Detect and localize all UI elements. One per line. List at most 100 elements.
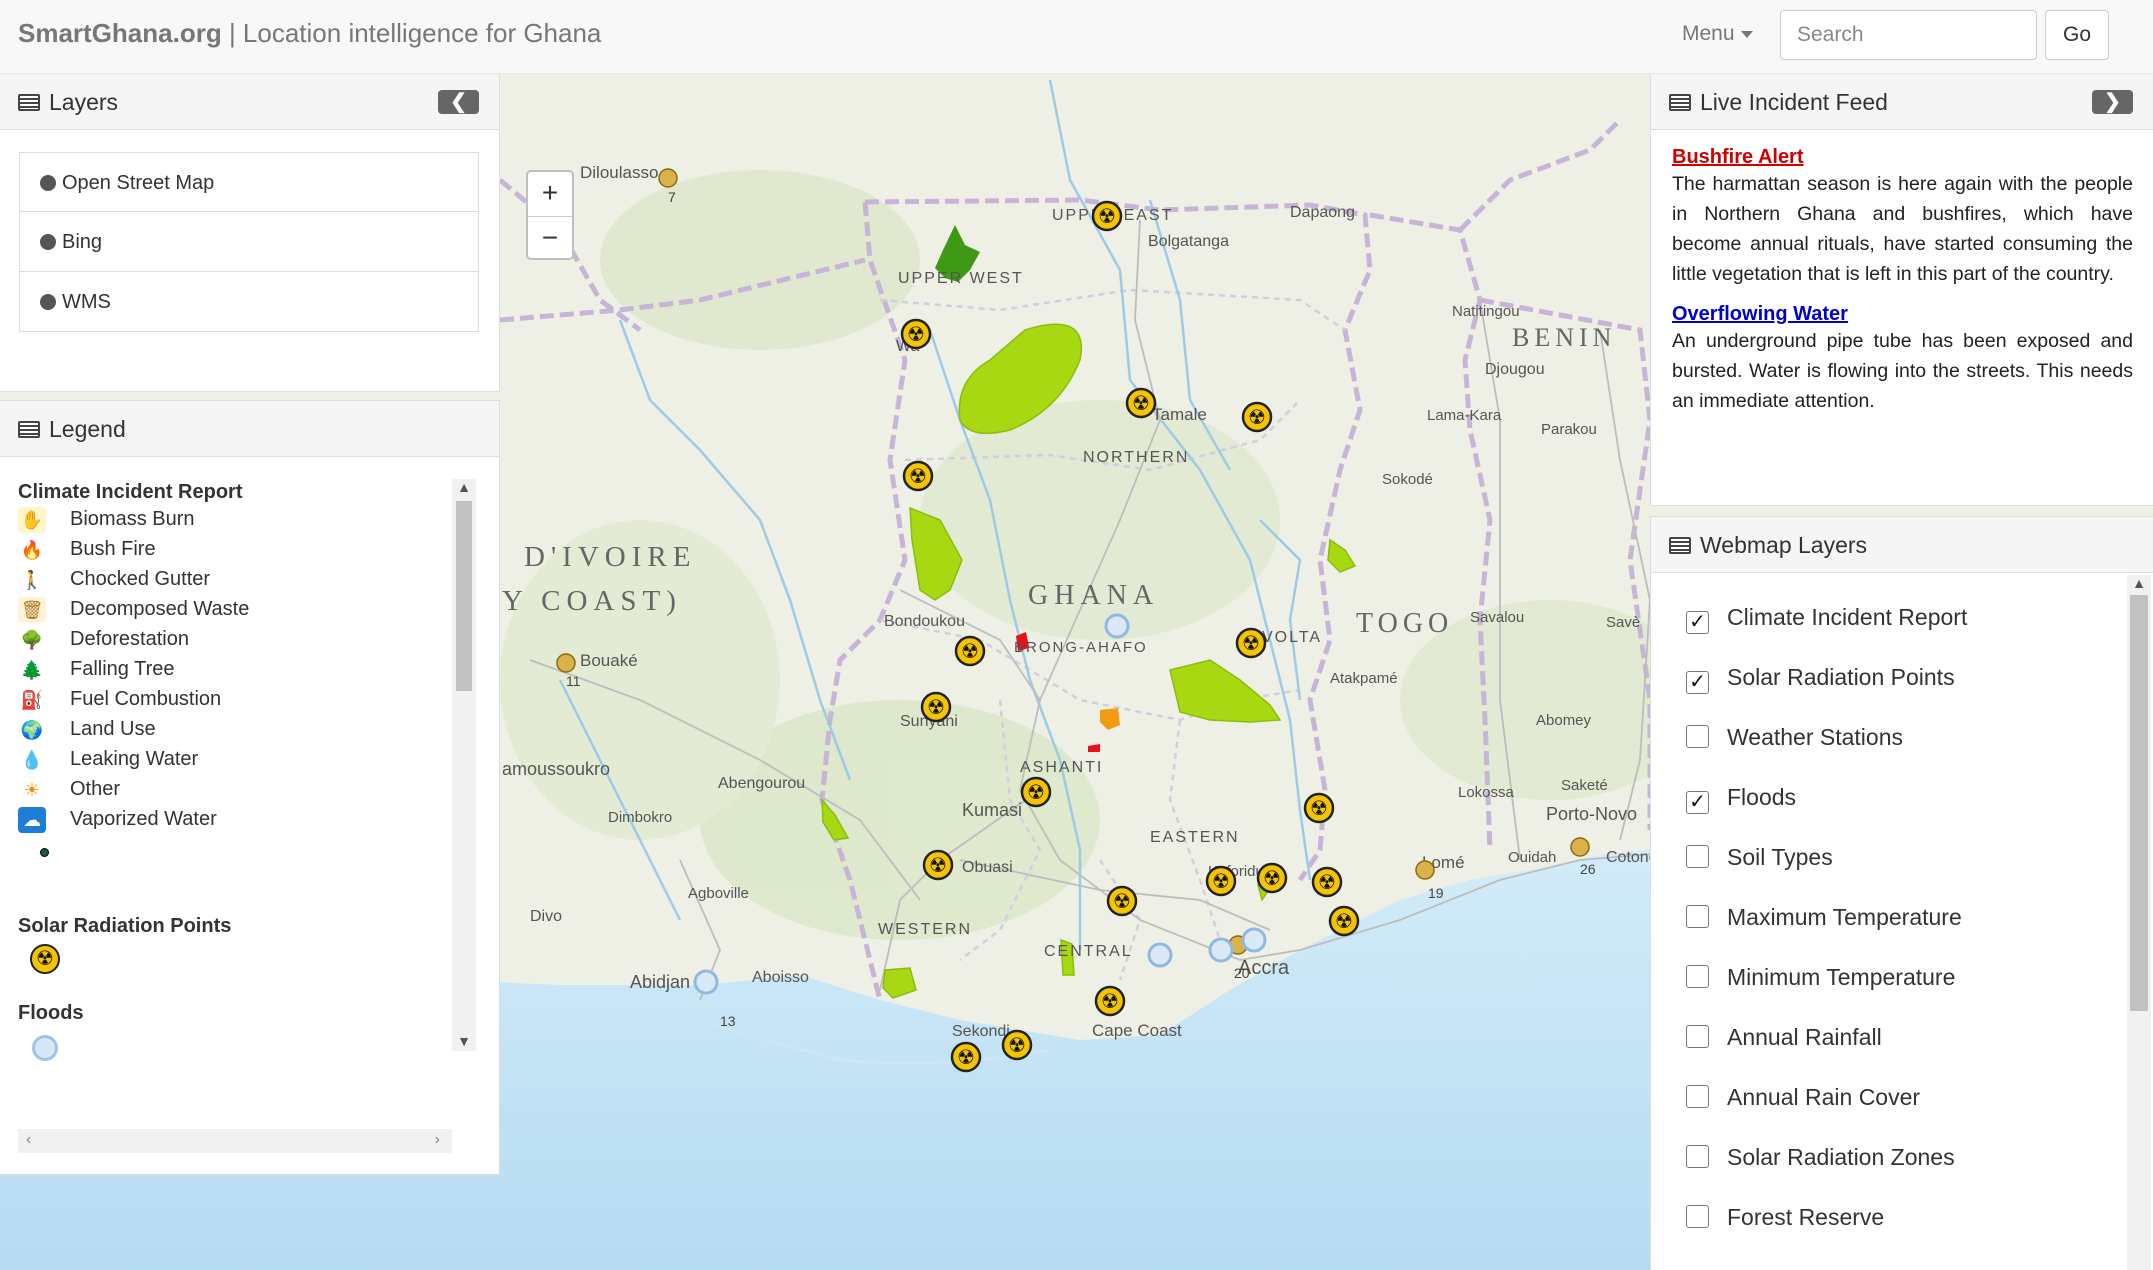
brand-title[interactable]: SmartGhana.org | Location intelligence f… (18, 18, 601, 49)
legend-item-label: Biomass Burn (70, 508, 195, 530)
falling-tree-icon: 🌲 (18, 656, 46, 683)
layer-checkbox[interactable] (1686, 845, 1709, 868)
globe-icon (40, 294, 56, 310)
radiation-marker[interactable]: ☢ (1106, 885, 1138, 917)
water-ring-marker[interactable] (1241, 927, 1267, 953)
navbar: SmartGhana.org | Location intelligence f… (0, 0, 2153, 74)
layer-checkbox[interactable] (1686, 1085, 1709, 1108)
search-input[interactable] (1780, 10, 2037, 60)
incident-link[interactable]: Overflowing Water (1672, 303, 1848, 325)
legend-horizontal-scrollbar[interactable]: ‹ › (18, 1129, 452, 1153)
webmap-layer-item[interactable]: Minimum Temperature (1651, 947, 2153, 1007)
legend-item: 🌳 Deforestation (18, 624, 478, 654)
water-ring-marker[interactable] (693, 969, 719, 995)
webmap-layer-item[interactable]: Weather Stations (1651, 707, 2153, 767)
layer-checkbox[interactable]: ✓ (1686, 671, 1709, 694)
svg-text:☢: ☢ (1212, 871, 1230, 893)
svg-text:Sekondi: Sekondi (952, 1023, 1010, 1040)
webmap-layer-item[interactable]: Solar Radiation Zones (1651, 1127, 2153, 1187)
svg-text:☢: ☢ (1101, 991, 1119, 1013)
svg-text:Atakpamé: Atakpamé (1330, 670, 1398, 687)
layer-checkbox[interactable] (1686, 1145, 1709, 1168)
webmap-layer-item[interactable]: ✓ Climate Incident Report (1651, 587, 2153, 647)
svg-text:Djougou: Djougou (1485, 361, 1545, 378)
svg-text:amoussoukro: amoussoukro (502, 759, 610, 779)
svg-text:CENTRAL: CENTRAL (1044, 943, 1133, 960)
layer-label: Annual Rainfall (1727, 1024, 1882, 1050)
incident-feed-list: Bushfire Alert The harmattan season is h… (1651, 130, 2153, 416)
svg-text:☢: ☢ (1335, 911, 1353, 933)
water-ring-marker[interactable] (1147, 942, 1173, 968)
map-view[interactable]: Diloulasso UPPER EAST Bolgatanga Dapaong… (0, 74, 2153, 1270)
legend-item: ☀ Other (18, 774, 478, 804)
layer-label: Annual Rain Cover (1727, 1084, 1921, 1110)
legend-item-label: Deforestation (70, 628, 189, 650)
svg-text:☢: ☢ (1310, 798, 1328, 820)
legend-vertical-scrollbar[interactable]: ▲ ▼ (452, 479, 476, 1051)
radiation-marker[interactable]: ☢ (1094, 985, 1126, 1017)
webmap-layer-item[interactable]: Soil Types (1651, 827, 2153, 887)
svg-text:☢: ☢ (909, 466, 927, 488)
incident-link[interactable]: Bushfire Alert (1672, 146, 1804, 168)
svg-text:UPPER WEST: UPPER WEST (898, 270, 1024, 287)
svg-text:Abengourou: Abengourou (718, 775, 805, 792)
webmap-layer-item[interactable]: Annual Rain Cover (1651, 1067, 2153, 1127)
layer-checkbox[interactable] (1686, 905, 1709, 928)
layer-checkbox[interactable] (1686, 1205, 1709, 1228)
radiation-marker[interactable]: ☢ (1091, 200, 1123, 232)
radiation-marker[interactable]: ☢ (1311, 866, 1343, 898)
radiation-marker[interactable]: ☢ (1328, 905, 1360, 937)
webmap-layer-item[interactable]: ✓ Floods (1651, 767, 2153, 827)
radiation-marker[interactable]: ☢ (902, 460, 934, 492)
zoom-in-button[interactable]: + (528, 172, 572, 216)
svg-text:Agboville: Agboville (688, 885, 749, 902)
svg-text:WESTERN: WESTERN (878, 921, 972, 938)
fuel-icon: ⛽ (18, 686, 46, 713)
water-ring-marker[interactable] (1104, 613, 1130, 639)
svg-text:Bondoukou: Bondoukou (884, 613, 965, 630)
layer-checkbox[interactable] (1686, 965, 1709, 988)
radiation-marker[interactable]: ☢ (1256, 862, 1288, 894)
webmap-layer-list: ✓ Climate Incident Report ✓ Solar Radiation… (1651, 573, 2153, 1247)
base-layer-bing[interactable]: Bing (19, 212, 479, 272)
radiation-marker[interactable]: ☢ (920, 691, 952, 723)
layer-checkbox[interactable]: ✓ (1686, 791, 1709, 814)
radiation-marker[interactable]: ☢ (954, 635, 986, 667)
svg-text:13: 13 (720, 1013, 736, 1029)
webmap-layer-item[interactable]: Forest Reserve (1651, 1187, 2153, 1247)
layer-checkbox[interactable]: ✓ (1686, 611, 1709, 634)
radiation-marker[interactable]: ☢ (1235, 627, 1267, 659)
webmap-layer-item[interactable]: ✓ Solar Radiation Points (1651, 647, 2153, 707)
layer-checkbox[interactable] (1686, 725, 1709, 748)
radiation-marker[interactable]: ☢ (1205, 865, 1237, 897)
water-ring-marker[interactable] (1208, 937, 1234, 963)
legend-content[interactable]: Climate Incident Report ✋ Biomass Burn 🔥 Bu… (18, 479, 478, 1077)
collapse-right-button[interactable]: ❯ (2092, 90, 2133, 114)
radiation-marker[interactable]: ☢ (900, 318, 932, 350)
webmap-layers-panel: Webmap Layers ✓ Climate Incident Report ✓ S… (1650, 516, 2153, 1270)
menu-dropdown[interactable]: Menu (1682, 22, 1753, 46)
svg-text:Dapaong: Dapaong (1290, 204, 1355, 221)
svg-text:Ouidah: Ouidah (1508, 849, 1556, 866)
chevron-down-icon (1740, 30, 1753, 38)
base-layer-osm[interactable]: Open Street Map (19, 152, 479, 212)
collapse-left-button[interactable]: ❮ (438, 90, 479, 114)
radiation-marker[interactable]: ☢ (1125, 387, 1157, 419)
svg-text:Y COAST): Y COAST) (502, 585, 682, 617)
radiation-marker[interactable]: ☢ (1241, 401, 1273, 433)
base-layer-wms[interactable]: WMS (19, 272, 479, 332)
svg-text:Parakou: Parakou (1541, 421, 1597, 438)
go-button[interactable]: Go (2045, 10, 2109, 60)
radiation-marker[interactable]: ☢ (950, 1041, 982, 1073)
radiation-marker[interactable]: ☢ (1001, 1029, 1033, 1061)
radiation-marker[interactable]: ☢ (1303, 792, 1335, 824)
svg-text:Savè: Savè (1606, 614, 1640, 631)
globe-icon (40, 234, 56, 250)
zoom-out-button[interactable]: − (528, 216, 572, 260)
webmap-layer-item[interactable]: Annual Rainfall (1651, 1007, 2153, 1067)
webmap-layer-item[interactable]: Maximum Temperature (1651, 887, 2153, 947)
radiation-marker[interactable]: ☢ (922, 849, 954, 881)
layer-checkbox[interactable] (1686, 1025, 1709, 1048)
webmap-scrollbar[interactable]: ▲ (2127, 575, 2151, 1270)
radiation-marker[interactable]: ☢ (1020, 776, 1052, 808)
